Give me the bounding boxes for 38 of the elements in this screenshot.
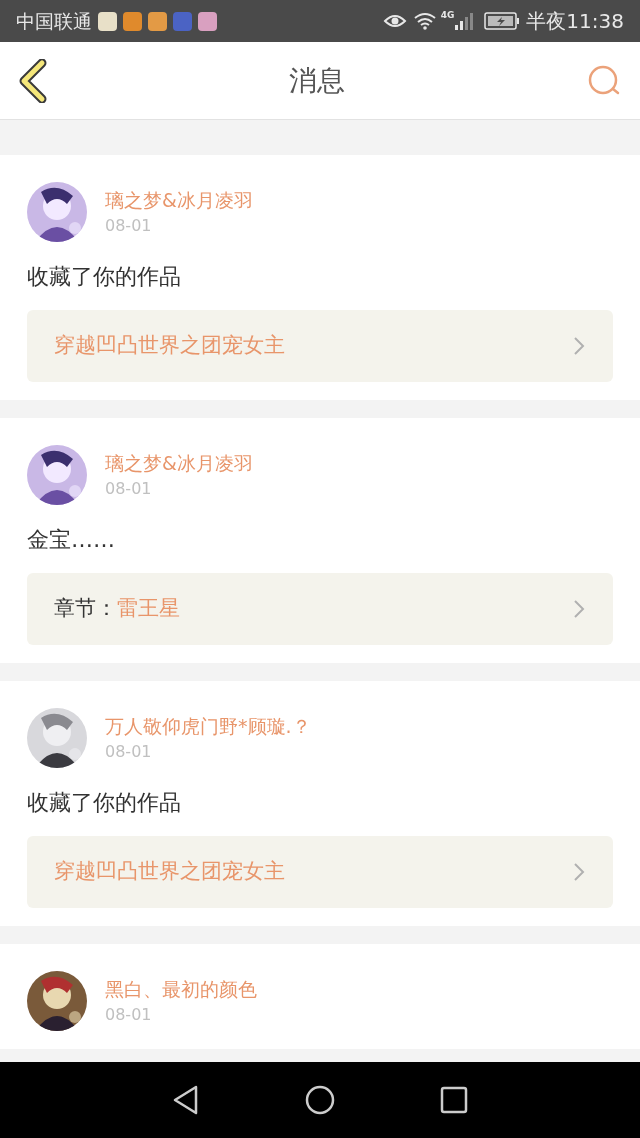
- message-date: 08-01: [105, 480, 153, 498]
- page-title: 消息: [289, 62, 345, 99]
- network-type: 4G: [440, 9, 455, 22]
- user-name[interactable]: 黑白、最初的颜色: [105, 978, 257, 1000]
- message-text: 金宝……: [27, 526, 116, 554]
- carrier-name: 中国联通: [16, 8, 92, 34]
- recent-apps-icon[interactable]: [439, 1086, 468, 1114]
- app-notification-icon: [198, 11, 217, 31]
- user-name[interactable]: 璃之梦&冰月凌羽: [105, 189, 253, 211]
- back-icon: [18, 58, 48, 103]
- clock-time: 半夜11:38: [526, 8, 624, 35]
- linked-item[interactable]: 章节：雷王星: [27, 573, 613, 645]
- chevron-right-icon: [573, 599, 585, 619]
- back-button[interactable]: [18, 58, 48, 103]
- eye-icon: [382, 13, 407, 29]
- app-notification-icon: [123, 11, 142, 31]
- battery-icon: [484, 12, 521, 30]
- chevron-right-icon: [573, 336, 585, 356]
- work-title: 穿越凹凸世界之团宠女主: [54, 332, 285, 360]
- message-date: 08-01: [105, 743, 153, 761]
- work-title: 穿越凹凸世界之团宠女主: [54, 858, 285, 886]
- app-notification-icon: [148, 11, 167, 31]
- linked-item[interactable]: 穿越凹凸世界之团宠女主: [27, 836, 613, 908]
- linked-item[interactable]: 穿越凹凸世界之团宠女主: [27, 310, 613, 382]
- home-circle-icon[interactable]: [305, 1085, 335, 1115]
- signal-icon: [454, 12, 475, 30]
- message-text: 收藏了你的作品: [27, 263, 182, 291]
- user-name[interactable]: 万人敬仰虎门野*顾璇.？: [105, 715, 311, 737]
- wifi-icon: [412, 12, 437, 30]
- chapter-title: 雷王星: [117, 595, 180, 623]
- user-name[interactable]: 璃之梦&冰月凌羽: [105, 452, 253, 474]
- app-notification-icon: [173, 11, 192, 31]
- message-text: 收藏了你的作品: [27, 789, 182, 817]
- message-date: 08-01: [105, 217, 153, 235]
- message-date: 08-01: [105, 1006, 153, 1024]
- chevron-right-icon: [573, 862, 585, 882]
- app-notification-icon: [98, 11, 117, 31]
- chapter-label: 章节：: [54, 595, 117, 623]
